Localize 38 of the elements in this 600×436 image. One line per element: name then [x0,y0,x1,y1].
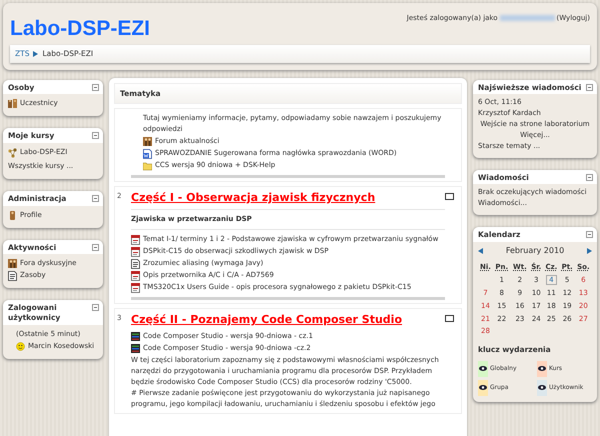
event-color-swatch[interactable] [478,360,488,377]
pdf-document-icon [131,235,140,246]
collapse-icon[interactable] [92,84,99,91]
event-color-swatch[interactable] [537,380,547,396]
pdf-document-icon [131,271,140,282]
collapse-icon[interactable] [586,84,593,91]
highlight-toggle-icon[interactable] [445,192,454,200]
smiley-icon [16,342,25,352]
collapse-icon[interactable] [586,231,593,238]
collapse-icon[interactable] [92,244,99,251]
collapse-icon[interactable] [92,304,99,312]
section-title: Część II - Poznajemy Code Composer Studio [131,313,404,328]
highlight-toggle-icon[interactable] [445,315,454,322]
document-icon [8,271,17,282]
people-icon [8,99,17,110]
redacted-name [500,15,555,22]
month-title[interactable]: February 2010 [506,244,564,258]
collapse-icon[interactable] [92,194,99,202]
word-document-icon [143,148,152,159]
document-icon [131,259,140,270]
section-title: Część I - Obserwacja zjawisk fizycznych [131,190,376,206]
site-title: Labo-DSP-EZI [10,18,150,39]
folder-icon [143,160,152,171]
collapse-icon[interactable] [586,174,593,181]
pdf-document-icon [131,247,140,258]
people-icon [143,136,152,147]
event-color-swatch[interactable] [478,380,488,396]
film-strip-icon [131,332,140,342]
person-icon [8,210,17,221]
film-strip-icon [131,344,140,354]
pdf-document-icon [131,283,140,294]
separator-arrow-icon [33,50,38,57]
event-color-swatch[interactable] [537,360,547,377]
next-month-icon[interactable] [586,248,592,254]
collapse-icon[interactable] [92,132,99,140]
people-icon [8,259,17,270]
previous-month-icon[interactable] [478,248,483,254]
molecule-dots-icon [8,148,17,158]
